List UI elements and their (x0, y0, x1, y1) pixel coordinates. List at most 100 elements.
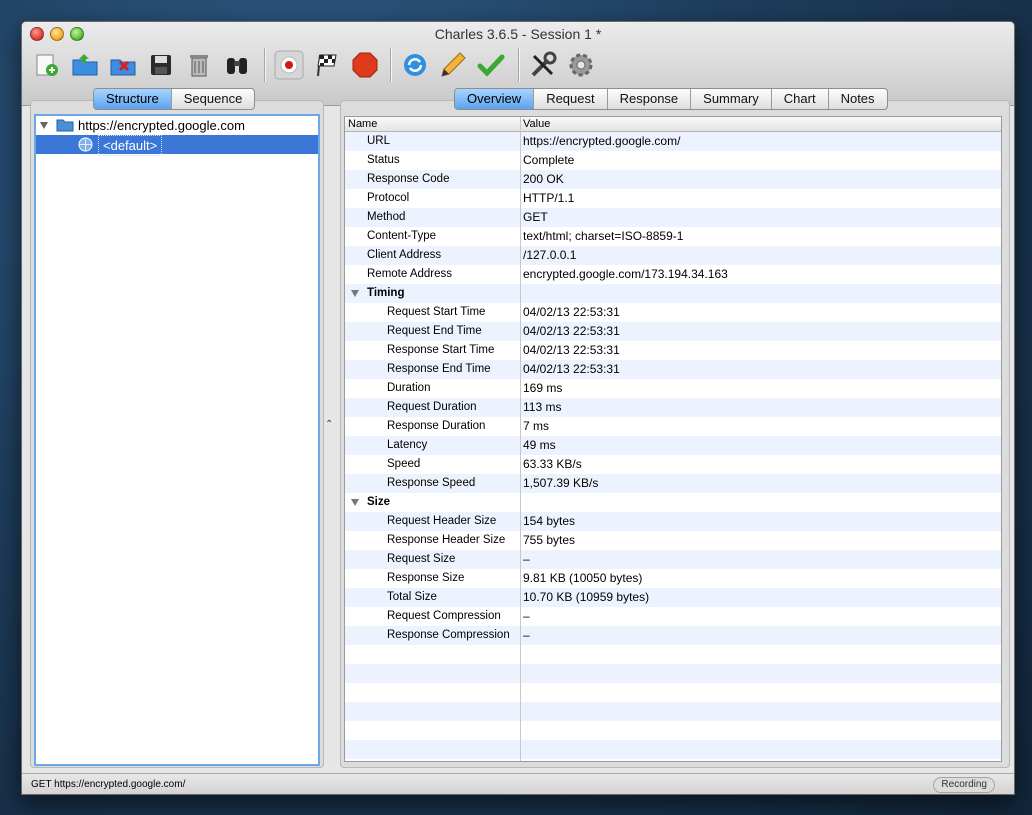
split-collapse-icon[interactable]: ⌃ (325, 419, 333, 430)
row-name: Speed (387, 458, 421, 470)
table-row[interactable]: Response Code 200 OK (345, 170, 1001, 189)
left-view-tabs: Structure Sequence (93, 88, 256, 110)
row-name: Request Header Size (387, 515, 497, 527)
table-row[interactable]: Request Size – (345, 550, 1001, 569)
row-value: Complete (523, 153, 575, 167)
row-value: 755 bytes (523, 533, 576, 547)
window-title: Charles 3.6.5 - Session 1 * (434, 26, 602, 42)
globe-icon (78, 137, 93, 152)
table-row[interactable]: URL https://encrypted.google.com/ (345, 132, 1001, 151)
row-value: 200 OK (523, 172, 564, 186)
repeat-icon[interactable] (400, 50, 430, 80)
row-value: 04/02/13 22:53:31 (523, 343, 620, 357)
tab-response[interactable]: Response (608, 89, 692, 109)
table-row[interactable]: Response Size 9.81 KB (10050 bytes) (345, 569, 1001, 588)
tab-request[interactable]: Request (534, 89, 608, 109)
table-row[interactable]: Client Address/127.0.0.1 (345, 246, 1001, 265)
settings-icon[interactable] (566, 50, 596, 80)
table-header: Name Value (345, 117, 1001, 132)
table-row[interactable]: Remote Address encrypted.google.com/173.1… (345, 265, 1001, 284)
row-name: Response Size (387, 572, 465, 584)
row-name: Client Address (367, 249, 442, 261)
row-value: GET (523, 210, 548, 224)
row-name: Content-Type (367, 230, 437, 242)
breakpoints-icon[interactable] (350, 50, 380, 80)
folder-icon (56, 119, 74, 132)
tools-icon[interactable] (528, 50, 558, 80)
new-session-icon[interactable] (32, 50, 62, 80)
row-value: /127.0.0.1 (523, 248, 577, 262)
disclosure-triangle-icon[interactable] (351, 290, 359, 297)
tab-structure[interactable]: Structure (94, 89, 172, 109)
table-row[interactable]: Speed 63.33 KB/s (345, 455, 1001, 474)
tree-default-row[interactable]: <default> (36, 135, 318, 156)
row-value: 63.33 KB/s (523, 457, 582, 471)
tab-summary[interactable]: Summary (691, 89, 772, 109)
table-row[interactable]: Response Duration 7 ms (345, 417, 1001, 436)
table-row[interactable]: Content-Type text/html; charset=ISO-8859-… (345, 227, 1001, 246)
throttle-icon[interactable] (312, 50, 342, 80)
app-window: Charles 3.6.5 - Session 1 * Structure Se… (21, 21, 1015, 795)
tab-sequence[interactable]: Sequence (172, 89, 255, 109)
row-name: Status (367, 154, 400, 166)
disclosure-triangle-icon[interactable] (351, 499, 359, 506)
disclosure-triangle-icon[interactable] (40, 122, 48, 129)
row-name: Latency (387, 439, 428, 451)
close-session-icon[interactable] (108, 50, 138, 80)
row-value: 7 ms (523, 419, 550, 433)
table-row[interactable]: Response Speed 1,507.39 KB/s (345, 474, 1001, 493)
group-row[interactable]: Timing (345, 284, 1001, 303)
table-row[interactable]: Response Compression – (345, 626, 1001, 645)
row-name: Response End Time (387, 363, 491, 375)
validate-icon[interactable] (476, 50, 506, 80)
clear-icon[interactable] (184, 50, 214, 80)
group-row[interactable]: Size (345, 493, 1001, 512)
row-value: 04/02/13 22:53:31 (523, 362, 620, 376)
row-value: 154 bytes (523, 514, 576, 528)
table-row[interactable]: Request Header Size 154 bytes (345, 512, 1001, 531)
table-row[interactable]: Duration 169 ms (345, 379, 1001, 398)
tab-notes[interactable]: Notes (829, 89, 887, 109)
column-header-name[interactable]: Name (348, 117, 377, 131)
row-value: text/html; charset=ISO-8859-1 (523, 229, 684, 243)
overview-table: Name Value URL https://encrypted.google.c… (344, 116, 1002, 762)
row-name: Response Header Size (387, 534, 506, 546)
table-row[interactable]: Request Start Time 04/02/13 22:53:31 (345, 303, 1001, 322)
tree-host-row[interactable]: https://encrypted.google.com (36, 116, 318, 135)
table-row[interactable]: Response End Time 04/02/13 22:53:31 (345, 360, 1001, 379)
empty-row (345, 645, 1001, 664)
find-icon[interactable] (222, 50, 252, 80)
record-icon[interactable] (274, 50, 304, 80)
table-row[interactable]: Status Complete (345, 151, 1001, 170)
row-value: https://encrypted.google.com/ (523, 134, 681, 148)
table-row[interactable]: Protocol HTTP/1.1 (345, 189, 1001, 208)
row-name: Request Start Time (387, 306, 486, 318)
save-icon[interactable] (146, 50, 176, 80)
table-row[interactable]: Request End Time 04/02/13 22:53:31 (345, 322, 1001, 341)
status-bar: GET https://encrypted.google.com/ Record… (22, 773, 1014, 794)
row-value: – (523, 552, 530, 566)
row-value: 04/02/13 22:53:31 (523, 305, 620, 319)
row-name: Method (367, 211, 406, 223)
group-label: Size (367, 496, 391, 508)
tab-overview[interactable]: Overview (455, 89, 535, 109)
empty-row (345, 721, 1001, 740)
table-row[interactable]: Total Size 10.70 KB (10959 bytes) (345, 588, 1001, 607)
open-session-icon[interactable] (70, 50, 100, 80)
empty-row (345, 683, 1001, 702)
edit-icon[interactable] (438, 50, 468, 80)
tab-chart[interactable]: Chart (772, 89, 829, 109)
column-header-value[interactable]: Value (523, 117, 550, 131)
row-name: URL (367, 135, 391, 147)
table-row[interactable]: Method GET (345, 208, 1001, 227)
row-name: Response Speed (387, 477, 476, 489)
table-row[interactable]: Response Start Time 04/02/13 22:53:31 (345, 341, 1001, 360)
row-value: encrypted.google.com/173.194.34.163 (523, 267, 728, 281)
table-row[interactable]: Request Duration 113 ms (345, 398, 1001, 417)
right-view-tabs: Overview Request Response Summary Chart … (454, 88, 888, 110)
table-row[interactable]: Latency 49 ms (345, 436, 1001, 455)
row-value: – (523, 609, 530, 623)
table-row[interactable]: Response Header Size 755 bytes (345, 531, 1001, 550)
table-row[interactable]: Request Compression – (345, 607, 1001, 626)
row-value: 113 ms (523, 400, 562, 414)
